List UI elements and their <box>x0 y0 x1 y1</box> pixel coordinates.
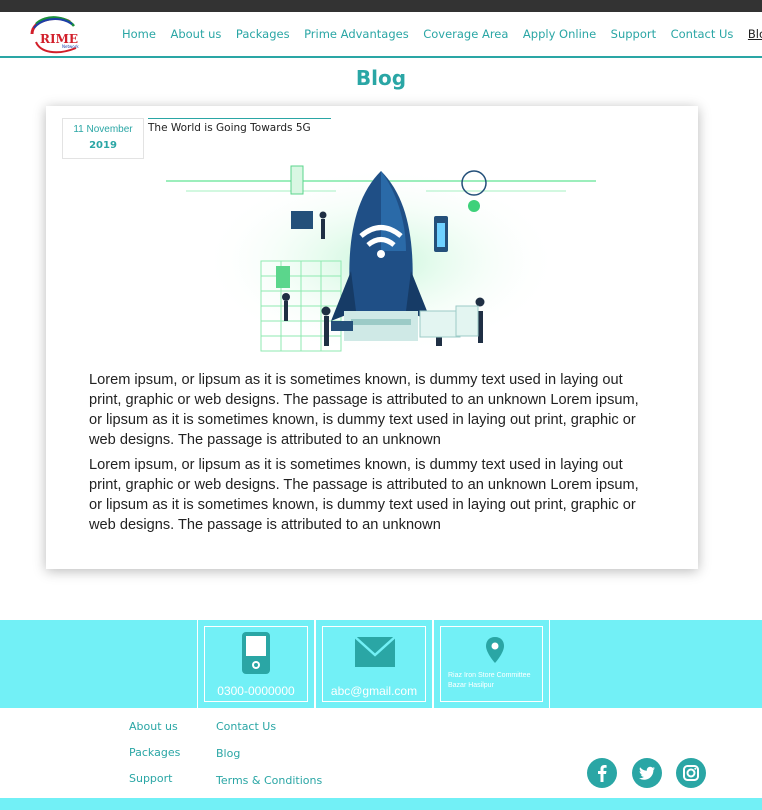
post-date-day-month: 11 November <box>73 124 133 135</box>
nav-packages[interactable]: Packages <box>236 27 290 41</box>
footer-link-terms[interactable]: Terms & Conditions <box>216 774 322 787</box>
location-pin-icon <box>486 637 504 663</box>
phone-contact-box[interactable]: 0300-0000000 <box>197 620 315 708</box>
footer-link-support[interactable]: Support <box>129 772 172 785</box>
instagram-icon[interactable] <box>676 758 706 788</box>
post-date-year: 2019 <box>89 140 117 151</box>
post-date-box: 11 November 2019 <box>62 118 144 159</box>
footer-link-blog[interactable]: Blog <box>216 747 240 760</box>
post-paragraph-1: Lorem ipsum, or lipsum as it is sometime… <box>89 372 639 448</box>
address-line-1: Riaz Iron Store Committee <box>448 672 531 679</box>
nav-blog[interactable]: Blog <box>748 27 762 41</box>
svg-text:Network: Network <box>62 44 79 49</box>
prime-logo[interactable]: RIME Network <box>26 12 86 56</box>
nav-coverage-area[interactable]: Coverage Area <box>423 27 508 41</box>
facebook-icon[interactable] <box>587 758 617 788</box>
email-contact-box[interactable]: abc@gmail.com <box>315 620 433 708</box>
blog-post-card: 11 November 2019 The World is Going Towa… <box>46 106 698 569</box>
nav-support[interactable]: Support <box>611 27 656 41</box>
nav-apply-online[interactable]: Apply Online <box>523 27 596 41</box>
footer-link-about[interactable]: About us <box>129 720 178 733</box>
footer-link-contact[interactable]: Contact Us <box>216 720 276 733</box>
page-title: Blog <box>355 66 407 90</box>
phone-number: 0300-0000000 <box>217 684 295 698</box>
main-nav: Home About us Packages Prime Advantages … <box>122 27 762 41</box>
post-paragraph-2: Lorem ipsum, or lipsum as it is sometime… <box>89 457 639 533</box>
post-title[interactable]: The World is Going Towards 5G <box>148 118 331 134</box>
nav-home[interactable]: Home <box>122 27 156 41</box>
address-contact-box[interactable]: Riaz Iron Store Committee Bazar Hasilpur <box>433 620 550 708</box>
address-line-2: Bazar Hasilpur <box>448 682 494 689</box>
contact-band: 0300-0000000 abc@gmail.com Riaz Iron Sto… <box>0 620 762 708</box>
phone-icon <box>242 632 270 674</box>
email-address: abc@gmail.com <box>330 684 418 698</box>
footer-link-packages[interactable]: Packages <box>129 746 180 759</box>
bottom-strip <box>0 798 762 810</box>
nav-about-us[interactable]: About us <box>170 27 221 41</box>
address-text: Riaz Iron Store Committee Bazar Hasilpur <box>448 671 549 691</box>
twitter-icon[interactable] <box>632 758 662 788</box>
nav-prime-advantages[interactable]: Prime Advantages <box>304 27 409 41</box>
top-strip <box>0 0 762 12</box>
rocket-wifi-illustration <box>166 161 596 356</box>
site-header: RIME Network Home About us Packages Prim… <box>0 12 762 58</box>
mail-icon <box>355 637 395 667</box>
nav-contact-us[interactable]: Contact Us <box>671 27 734 41</box>
